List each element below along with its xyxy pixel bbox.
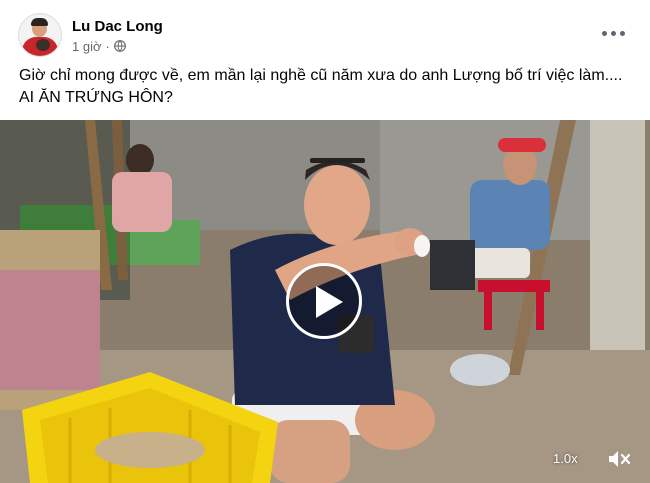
post-card: Lu Dac Long 1 giờ · Giờ chỉ mong được về… [0, 0, 650, 483]
post-meta: Lu Dac Long 1 giờ · [72, 17, 163, 54]
globe-icon [113, 40, 126, 52]
post-text-line-2: AI ĂN TRỨNG HÔN? [19, 89, 173, 106]
play-button[interactable] [286, 263, 362, 339]
post-text-line-1: Giờ chỉ mong được về, em mần lại nghề cũ… [19, 67, 623, 84]
post-body: Giờ chỉ mong được về, em mần lại nghề cũ… [19, 65, 634, 109]
post-time[interactable]: 1 giờ [72, 39, 102, 54]
post-subtitle: 1 giờ · [72, 39, 163, 54]
more-options-icon[interactable] [600, 22, 628, 42]
meta-separator: · [105, 38, 110, 54]
play-icon [316, 286, 343, 318]
author-avatar[interactable] [18, 13, 62, 57]
author-name[interactable]: Lu Dac Long [72, 17, 163, 36]
video-player[interactable] [0, 120, 650, 483]
playback-speed-button[interactable]: 1.0x [553, 451, 578, 466]
muted-speaker-icon[interactable] [606, 448, 632, 470]
post-header: Lu Dac Long 1 giờ · [18, 12, 163, 58]
